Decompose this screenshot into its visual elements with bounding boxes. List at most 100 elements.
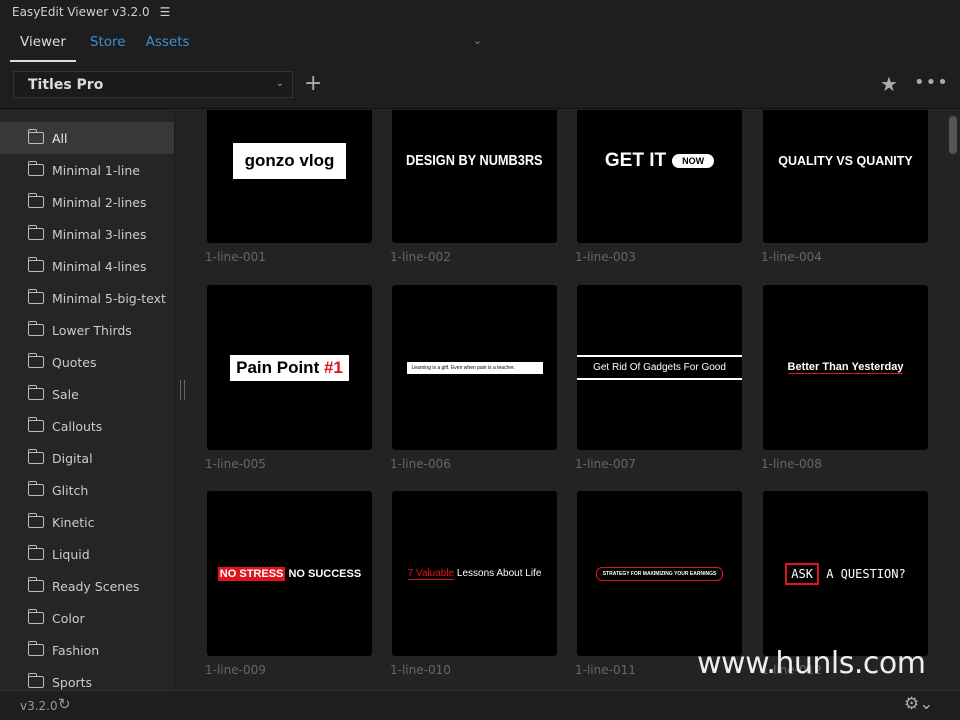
toolbar: Titles Pro ⌄ + ★ ••• (0, 62, 960, 109)
folder-icon (27, 609, 44, 624)
asset-label: 1-line-002 (390, 250, 451, 264)
sidebar-item-label: Glitch (52, 482, 89, 498)
asset-thumbnail[interactable]: Learning is a gift. Even when pain is a … (392, 285, 557, 450)
asset-thumbnail[interactable]: Get Rid Of Gadgets For Good (577, 285, 742, 450)
sidebar-item[interactable]: Kinetic (0, 506, 174, 538)
asset-grid: gonzo vlog 1-line-001 DESIGN BY NUMB3RS 1-l… (190, 110, 945, 690)
sidebar-item[interactable]: Minimal 3-lines (0, 218, 174, 250)
preview-text: 7 Valuable (407, 568, 455, 580)
preview-text: ASK (785, 562, 819, 585)
asset-label: 1-line-005 (205, 457, 266, 471)
add-icon[interactable]: + (304, 71, 322, 96)
sidebar-item[interactable]: Liquid (0, 538, 174, 570)
folder-icon (27, 577, 44, 592)
folder-icon (27, 161, 44, 176)
folder-icon (27, 513, 44, 528)
scrollbar-thumb[interactable] (949, 116, 957, 154)
preview-text: Learning is a gift. Even when pain is a … (406, 361, 543, 374)
asset-label: 1-line-011 (575, 663, 636, 677)
sidebar-item[interactable]: Callouts (0, 410, 174, 442)
sidebar-item[interactable]: Sale (0, 378, 174, 410)
sidebar-item-label: Minimal 3-lines (52, 226, 147, 242)
asset-thumbnail[interactable]: gonzo vlog (207, 110, 372, 243)
preview-text: gonzo vlog (232, 142, 347, 179)
asset-thumbnail[interactable]: Pain Point #1 (207, 285, 372, 450)
footer: v3.2.0 ↻ ⚙⌄ (0, 690, 960, 720)
sidebar-item[interactable]: Minimal 5-big-text (0, 282, 174, 314)
preview-text: Pain Point #1 (230, 354, 349, 381)
tab-store[interactable]: Store (80, 24, 136, 62)
preview-text: A QUESTION? (826, 566, 906, 581)
preview-text: ASK A QUESTION? (785, 562, 906, 585)
sidebar-item[interactable]: Minimal 1-line (0, 154, 174, 186)
sidebar-item[interactable]: Digital (0, 442, 174, 474)
preview-text: NO STRESS (217, 566, 286, 581)
watermark: www.hunls.com (697, 646, 926, 681)
sidebar-item[interactable]: Lower Thirds (0, 314, 174, 346)
asset-thumbnail[interactable]: 7 Valuable Lessons About Life (392, 491, 557, 656)
sidebar-item-label: Fashion (52, 642, 100, 658)
version-label: v3.2.0 (20, 699, 58, 713)
sidebar-item[interactable]: Sports (0, 666, 174, 690)
folder-icon (27, 225, 44, 240)
asset-thumbnail[interactable]: DESIGN BY NUMB3RS (392, 110, 557, 243)
asset-label: 1-line-004 (761, 250, 822, 264)
refresh-icon[interactable]: ↻ (58, 695, 71, 713)
menu-icon[interactable]: ☰ (160, 5, 171, 19)
sidebar-item-label: Minimal 1-line (52, 162, 140, 178)
star-icon[interactable]: ★ (880, 72, 898, 96)
sidebar-item[interactable]: Minimal 2-lines (0, 186, 174, 218)
sidebar-item[interactable]: Quotes (0, 346, 174, 378)
sidebar-item[interactable]: Ready Scenes (0, 570, 174, 602)
asset-thumbnail[interactable]: STRATEGY FOR MAXIMIZING YOUR EARNINGS (577, 491, 742, 656)
gear-icon[interactable]: ⚙⌄ (904, 694, 933, 714)
sidebar-item[interactable]: Fashion (0, 634, 174, 666)
sidebar-item[interactable]: Color (0, 602, 174, 634)
folder-icon (27, 193, 44, 208)
folder-icon (27, 353, 44, 368)
sidebar-item-label: Callouts (52, 418, 103, 434)
app-title: EasyEdit Viewer v3.2.0 (12, 5, 150, 19)
preview-text: GET IT NOW (605, 150, 715, 172)
folder-icon (27, 449, 44, 464)
preview-text: Lessons About Life (456, 568, 542, 579)
tab-bar: Viewer Store Assets ⌄ (0, 24, 960, 62)
resize-handle[interactable] (180, 380, 185, 400)
title-bar: EasyEdit Viewer v3.2.0 ☰ (0, 0, 960, 24)
sidebar-item-label: Minimal 4-lines (52, 258, 147, 274)
asset-thumbnail[interactable]: ASK A QUESTION? (763, 491, 928, 656)
preview-text: QUALITY VS QUANITY (778, 153, 913, 168)
asset-label: 1-line-001 (205, 250, 266, 264)
sidebar-item[interactable]: All (0, 122, 174, 154)
preview-text: 7 Valuable Lessons About Life (407, 568, 542, 580)
chevron-down-icon[interactable]: ⌄ (473, 34, 482, 47)
tab-assets[interactable]: Assets (136, 24, 200, 62)
tab-viewer[interactable]: Viewer (10, 24, 76, 62)
sidebar-item-label: Digital (52, 450, 93, 466)
folder-icon (27, 481, 44, 496)
chevron-down-icon: ⌄ (275, 78, 284, 89)
sidebar-item-label: Minimal 5-big-text (52, 290, 166, 306)
folder-icon (27, 321, 44, 336)
asset-thumbnail[interactable]: Better Than Yesterday (763, 285, 928, 450)
more-icon[interactable]: ••• (914, 72, 949, 93)
collection-value: Titles Pro (28, 77, 104, 93)
preview-text: Get Rid Of Gadgets For Good (577, 355, 742, 380)
preview-text: DESIGN BY NUMB3RS (406, 152, 543, 169)
folder-icon (27, 257, 44, 272)
sidebar-item-label: Minimal 2-lines (52, 194, 147, 210)
asset-label: 1-line-010 (390, 663, 451, 677)
asset-thumbnail[interactable]: NO STRESS NO SUCCESS (207, 491, 372, 656)
sidebar-item[interactable]: Glitch (0, 474, 174, 506)
scrollbar[interactable] (946, 110, 960, 690)
sidebar-item-label: Quotes (52, 354, 97, 370)
asset-thumbnail[interactable]: QUALITY VS QUANITY (763, 110, 928, 243)
preview-text: #1 (323, 357, 343, 377)
sidebar-item[interactable]: Minimal 4-lines (0, 250, 174, 282)
asset-label: 1-line-007 (575, 457, 636, 471)
asset-thumbnail[interactable]: GET IT NOW (577, 110, 742, 243)
preview-text: NO STRESS NO SUCCESS (217, 566, 361, 581)
asset-label: 1-line-003 (575, 250, 636, 264)
collection-select[interactable]: Titles Pro ⌄ (13, 71, 293, 98)
sidebar-item-label: Kinetic (52, 514, 95, 530)
